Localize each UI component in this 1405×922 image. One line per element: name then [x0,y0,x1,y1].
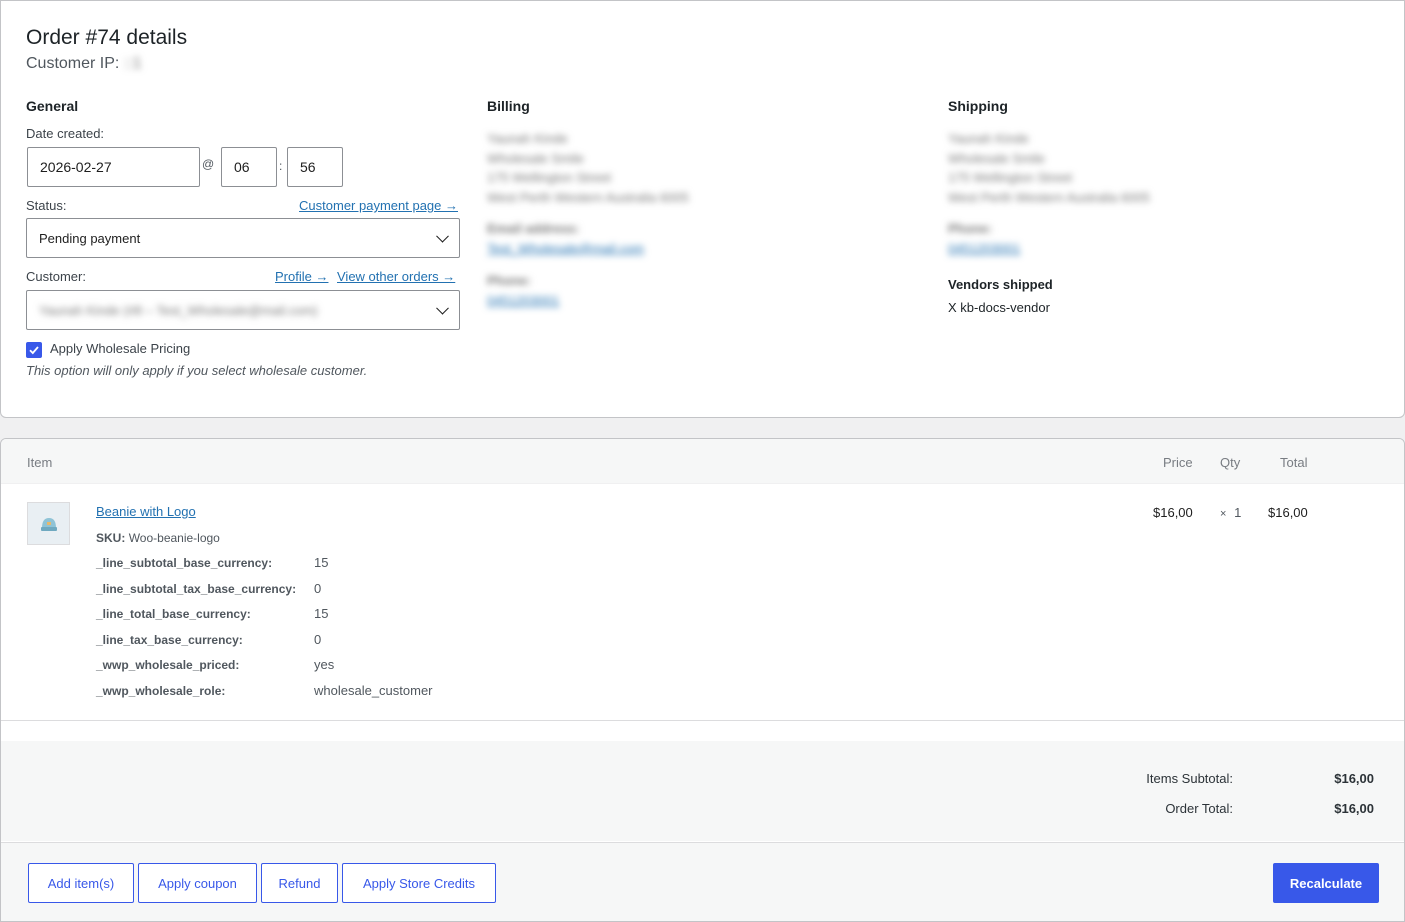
meta-key: _line_subtotal_tax_base_currency: [96,582,297,596]
shipping-phone-label: Phone: [948,221,993,236]
product-thumbnail[interactable] [27,502,70,545]
view-other-orders-link[interactable]: View other orders → [337,269,455,284]
column-header-qty: Qty [1220,455,1241,470]
shipping-phone-link[interactable]: 0451203001 [948,241,1020,256]
chevron-down-icon [436,229,449,243]
order-details-panel: Order #74 details Customer IP: ::1 Gener… [0,0,1405,418]
refund-button[interactable]: Refund [261,863,338,903]
items-subtotal-value: $16,00 [1334,771,1374,786]
meta-value: 0 [314,632,322,647]
address-line: Yaunah Kinde [487,131,568,146]
billing-email-link[interactable]: Test_Wholesale@mail.com [487,241,644,256]
item-price: $16,00 [1153,505,1193,520]
column-header-price: Price [1163,455,1193,470]
order-totals: Items Subtotal: $16,00 Order Total: $16,… [1,741,1404,841]
billing-heading: Billing [487,98,530,114]
items-table-header: Item Price Qty Total [1,439,1404,484]
recalculate-button[interactable]: Recalculate [1273,863,1379,903]
customer-select-value: Yaunah Kinde (#8 – Test_Wholesale@mail.c… [39,302,318,318]
vendors-shipped-heading: Vendors shipped [948,277,1053,292]
product-name-link[interactable]: Beanie with Logo [96,504,196,519]
meta-key: _wwp_wholesale_role: [96,684,226,698]
customer-select[interactable]: Yaunah Kinde (#8 – Test_Wholesale@mail.c… [26,290,460,330]
date-created-label: Date created: [26,126,105,141]
checkmark-icon [29,346,39,355]
meta-value: 0 [314,581,322,596]
time-separator: : [279,159,283,173]
meta-value: wholesale_customer [314,683,433,698]
meta-value: yes [314,657,335,672]
address-line: West Perth Western Australia 6005 [948,189,1150,205]
minute-input[interactable]: 56 [287,147,343,187]
column-header-total: Total [1280,455,1308,470]
meta-key: _line_total_base_currency: [96,607,251,621]
apply-coupon-button[interactable]: Apply coupon [138,863,257,903]
meta-key: _line_tax_base_currency: [96,633,243,647]
hour-input[interactable]: 06 [221,147,277,187]
date-input[interactable]: 2026-02-27 [27,147,200,187]
items-subtotal-label: Items Subtotal: [1146,771,1233,786]
meta-value: 15 [314,606,329,621]
order-total-label: Order Total: [1165,801,1233,816]
apply-wholesale-checkbox[interactable] [26,342,42,358]
divider [1,720,1404,721]
at-separator: @ [202,157,215,171]
address-line: 175 Wellington Street [487,170,612,185]
customer-ip-value: ::1 [123,55,142,72]
add-items-button[interactable]: Add item(s) [28,863,134,903]
sku-label: SKU: [96,531,126,545]
order-total-value: $16,00 [1334,801,1374,816]
address-line: Wholesale Smile [487,150,584,166]
address-line: Wholesale Smile [948,150,1045,166]
order-actions-bar: Add item(s) Apply coupon Refund Apply St… [1,842,1404,921]
status-select[interactable]: Pending payment [26,218,460,258]
item-total: $16,00 [1268,505,1308,520]
item-qty-value: 1 [1234,505,1242,520]
address-line: West Perth Western Australia 6005 [487,189,689,205]
address-line: 175 Wellington Street [948,170,1073,185]
shipping-heading: Shipping [948,98,1008,114]
billing-email-label: Email address: [487,221,580,236]
meta-key: _line_subtotal_base_currency: [96,556,273,570]
sku-value: Woo-beanie-logo [128,531,220,545]
vendor-name: kb-docs-vendor [960,300,1050,315]
wholesale-note: This option will only apply if you selec… [26,363,368,378]
item-qty: × 1 [1220,505,1241,520]
address-line: Yaunah Kinde [948,131,1029,146]
status-label: Status: [26,198,67,213]
page-title: Order #74 details [26,26,188,49]
customer-ip-label: Customer IP: [26,55,120,72]
shipping-address: Yaunah Kinde Wholesale Smile 175 Welling… [948,129,1150,207]
vendor-shipped-item: X kb-docs-vendor [948,300,1050,315]
customer-payment-page-link[interactable]: Customer payment page → [299,198,458,213]
customer-ip: Customer IP: ::1 [26,55,142,73]
column-header-item: Item [27,455,53,470]
meta-value: 15 [314,555,329,570]
apply-store-credits-button[interactable]: Apply Store Credits [342,863,496,903]
billing-phone-link[interactable]: 0451203001 [487,293,559,308]
billing-phone-label: Phone: [487,273,532,288]
profile-link[interactable]: Profile → [275,269,328,284]
apply-wholesale-label: Apply Wholesale Pricing [50,341,191,356]
status-select-value: Pending payment [39,230,141,246]
meta-key: _wwp_wholesale_priced: [96,658,240,672]
customer-label: Customer: [26,269,86,284]
billing-address: Yaunah Kinde Wholesale Smile 175 Welling… [487,129,689,207]
times-icon: × [1220,508,1227,520]
product-sku: SKU: Woo-beanie-logo [96,531,220,545]
general-heading: General [26,98,79,114]
beanie-image-icon [40,517,57,531]
order-items-panel: Item Price Qty Total Beanie with Logo SK… [0,438,1405,922]
close-icon: X [948,300,957,315]
chevron-down-icon [436,301,449,315]
